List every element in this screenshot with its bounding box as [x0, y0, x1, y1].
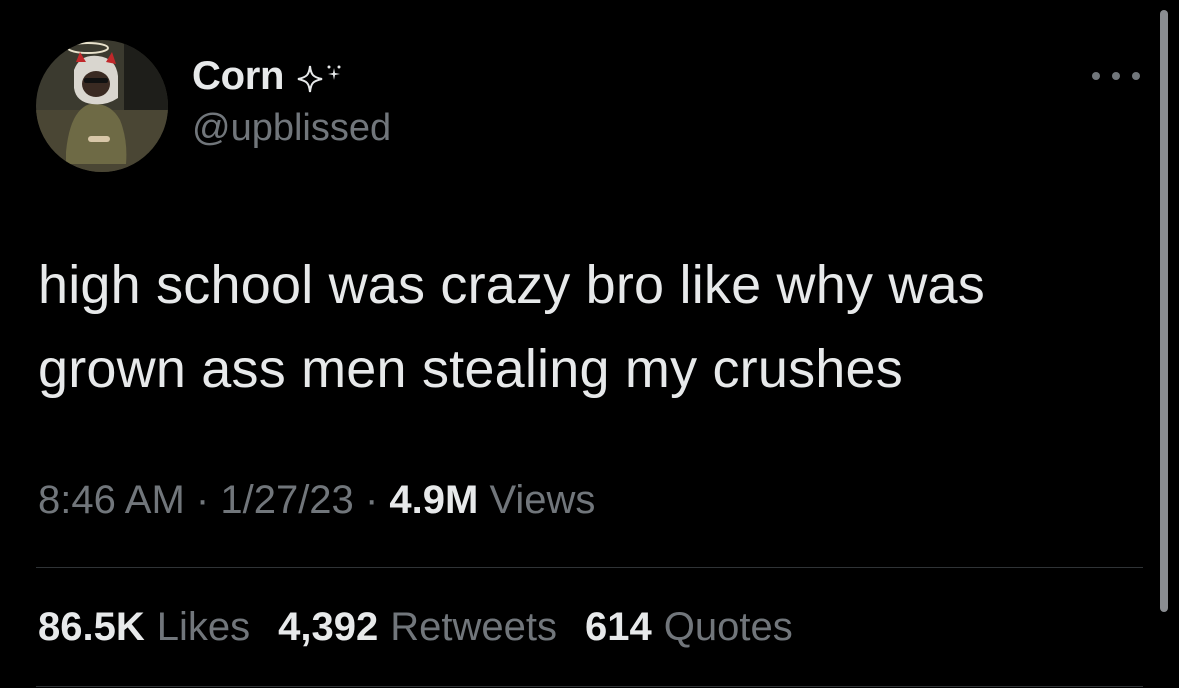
tweet-text: high school was crazy bro like why was g… [38, 243, 1148, 411]
more-icon-dot [1112, 72, 1120, 80]
views-label: Views [489, 478, 596, 522]
meta-separator: · [364, 478, 379, 522]
quotes-label: Quotes [663, 605, 793, 649]
author-name-row[interactable]: Corn [192, 54, 344, 99]
sparkle-icon [294, 62, 344, 96]
tweet-time[interactable]: 8:46 AM [38, 478, 185, 522]
views-count: 4.9M [389, 478, 479, 522]
likes-label: Likes [156, 605, 251, 649]
quotes-stat[interactable]: 614 Quotes [585, 605, 793, 650]
more-icon[interactable] [1092, 66, 1140, 86]
scrollbar[interactable] [1160, 10, 1168, 612]
divider [36, 567, 1143, 568]
likes-stat[interactable]: 86.5K Likes [38, 605, 250, 650]
more-icon-dot [1132, 72, 1140, 80]
retweets-count: 4,392 [278, 605, 379, 649]
retweets-label: Retweets [390, 605, 557, 649]
meta-separator: · [195, 478, 210, 522]
more-icon-dot [1092, 72, 1100, 80]
display-name[interactable]: Corn [192, 54, 284, 99]
divider [36, 686, 1143, 687]
tweet-meta: 8:46 AM · 1/27/23 · 4.9M Views [38, 478, 595, 523]
avatar[interactable] [36, 40, 168, 172]
tweet-text-line: high school was crazy bro like why was [38, 255, 985, 315]
retweets-stat[interactable]: 4,392 Retweets [278, 605, 557, 650]
tweet-text-line: grown ass men stealing my crushes [38, 339, 903, 399]
engagement-stats: 86.5K Likes 4,392 Retweets 614 Quotes [38, 605, 793, 650]
quotes-count: 614 [585, 605, 652, 649]
tweet-date[interactable]: 1/27/23 [220, 478, 353, 522]
user-handle[interactable]: @upblissed [192, 107, 391, 150]
likes-count: 86.5K [38, 605, 145, 649]
